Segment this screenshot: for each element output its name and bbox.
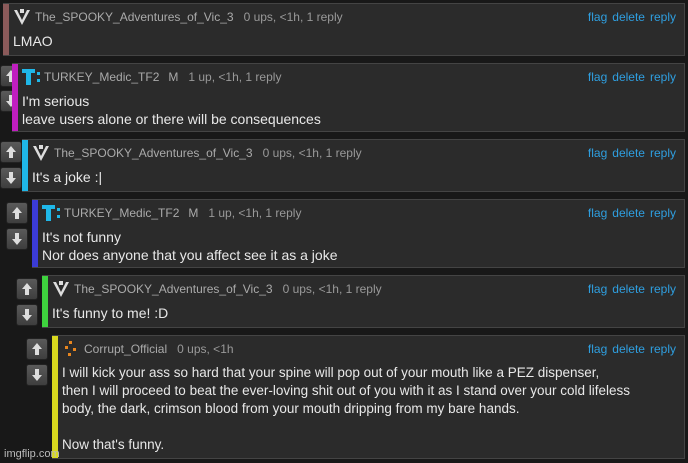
comment-text: It's funny to me! :D bbox=[52, 305, 169, 321]
comment-actions: flag delete reply bbox=[583, 70, 676, 84]
username-link[interactable]: The_SPOOKY_Adventures_of_Vic_3 bbox=[35, 10, 234, 24]
turkey-avatar-icon[interactable] bbox=[40, 202, 62, 224]
downvote-button[interactable] bbox=[26, 364, 48, 386]
comment: The_SPOOKY_Adventures_of_Vic_3 0 ups, <1… bbox=[42, 275, 685, 328]
delete-link[interactable]: delete bbox=[612, 10, 645, 24]
arrow-up-icon bbox=[12, 207, 22, 219]
arrow-down-icon bbox=[6, 172, 16, 184]
comment-header: The_SPOOKY_Adventures_of_Vic_3 0 ups, <1… bbox=[50, 276, 382, 302]
downvote-button[interactable] bbox=[16, 304, 38, 326]
comment-text: LMAO bbox=[13, 33, 53, 49]
comment-thread-bar bbox=[42, 276, 48, 327]
comment-text: I will kick your ass so hard that your s… bbox=[62, 365, 631, 452]
flag-link[interactable]: flag bbox=[588, 70, 607, 84]
comment-meta: 0 ups, <1h, 1 reply bbox=[262, 146, 362, 160]
comment-header: TURKEY_Medic_TF2 M 1 up, <1h, 1 reply bbox=[40, 200, 301, 226]
delete-link[interactable]: delete bbox=[612, 342, 645, 356]
comment-thread-bar bbox=[32, 200, 38, 267]
arrow-up-icon bbox=[32, 343, 42, 355]
comment-header: The_SPOOKY_Adventures_of_Vic_3 0 ups, <1… bbox=[11, 4, 343, 30]
flag-link[interactable]: flag bbox=[588, 146, 607, 160]
delete-link[interactable]: delete bbox=[612, 146, 645, 160]
watermark: imgflip.com bbox=[4, 448, 60, 460]
username-link[interactable]: TURKEY_Medic_TF2 bbox=[44, 70, 159, 84]
delete-link[interactable]: delete bbox=[612, 282, 645, 296]
flag-link[interactable]: flag bbox=[588, 342, 607, 356]
comment-actions: flag delete reply bbox=[583, 282, 676, 296]
upvote-button[interactable] bbox=[16, 278, 38, 300]
vote-column bbox=[26, 336, 48, 388]
comment: TURKEY_Medic_TF2 M 1 up, <1h, 1 reply fl… bbox=[32, 199, 685, 268]
turkey-avatar-icon[interactable] bbox=[20, 66, 42, 88]
arrow-up-icon bbox=[22, 283, 32, 295]
username-link[interactable]: The_SPOOKY_Adventures_of_Vic_3 bbox=[54, 146, 253, 160]
arrow-down-icon bbox=[12, 233, 22, 245]
upvote-button[interactable] bbox=[6, 202, 28, 224]
upvote-button[interactable] bbox=[26, 338, 48, 360]
vote-column bbox=[6, 200, 28, 252]
reply-link[interactable]: reply bbox=[650, 10, 676, 24]
mod-badge: M bbox=[188, 206, 199, 220]
comment-thread-bar bbox=[12, 64, 18, 131]
reply-link[interactable]: reply bbox=[650, 146, 676, 160]
arrow-up-icon bbox=[6, 146, 16, 158]
comment-header: The_SPOOKY_Adventures_of_Vic_3 0 ups, <1… bbox=[30, 140, 362, 166]
comment-text: It's a joke :| bbox=[32, 169, 103, 185]
delete-link[interactable]: delete bbox=[612, 206, 645, 220]
comment-text: It's not funny Nor does anyone that you … bbox=[42, 229, 338, 263]
comment-meta: 0 ups, <1h, 1 reply bbox=[282, 282, 382, 296]
arrow-down-icon bbox=[22, 309, 32, 321]
comment-text: I'm serious leave users alone or there w… bbox=[22, 93, 321, 127]
username-link[interactable]: The_SPOOKY_Adventures_of_Vic_3 bbox=[74, 282, 273, 296]
username-link[interactable]: TURKEY_Medic_TF2 bbox=[64, 206, 179, 220]
comment-meta: 0 ups, <1h, 1 reply bbox=[243, 10, 343, 24]
reply-link[interactable]: reply bbox=[650, 206, 676, 220]
upvote-button[interactable] bbox=[0, 141, 22, 163]
comment-meta: 1 up, <1h, 1 reply bbox=[208, 206, 302, 220]
comment-actions: flag delete reply bbox=[583, 206, 676, 220]
comment-actions: flag delete reply bbox=[583, 342, 676, 356]
vic-avatar-icon[interactable] bbox=[50, 278, 72, 300]
comment-meta: 1 up, <1h, 1 reply bbox=[188, 70, 282, 84]
comment-thread-bar bbox=[52, 336, 58, 458]
comment-meta: 0 ups, <1h bbox=[177, 342, 234, 356]
flag-link[interactable]: flag bbox=[588, 206, 607, 220]
reply-link[interactable]: reply bbox=[650, 70, 676, 84]
arrow-down-icon bbox=[32, 369, 42, 381]
comment: Corrupt_Official 0 ups, <1h flag delete re… bbox=[52, 335, 685, 459]
vic-avatar-icon[interactable] bbox=[11, 6, 33, 28]
comment-thread-bar bbox=[22, 140, 28, 191]
corrupt-avatar-icon[interactable] bbox=[60, 338, 82, 360]
mod-badge: M bbox=[168, 70, 179, 84]
comment-actions: flag delete reply bbox=[583, 146, 676, 160]
vic-avatar-icon[interactable] bbox=[30, 142, 52, 164]
comment-thread-bar bbox=[3, 4, 9, 55]
downvote-button[interactable] bbox=[0, 167, 22, 189]
comment-actions: flag delete reply bbox=[583, 10, 676, 24]
downvote-button[interactable] bbox=[6, 228, 28, 250]
vote-column bbox=[0, 141, 22, 191]
comment: The_SPOOKY_Adventures_of_Vic_3 0 ups, <1… bbox=[22, 139, 685, 192]
comment-header: Corrupt_Official 0 ups, <1h bbox=[60, 336, 234, 362]
comment: The_SPOOKY_Adventures_of_Vic_3 0 ups, <1… bbox=[3, 3, 685, 56]
username-link[interactable]: Corrupt_Official bbox=[84, 342, 167, 356]
reply-link[interactable]: reply bbox=[650, 342, 676, 356]
delete-link[interactable]: delete bbox=[612, 70, 645, 84]
flag-link[interactable]: flag bbox=[588, 282, 607, 296]
reply-link[interactable]: reply bbox=[650, 282, 676, 296]
vote-column bbox=[16, 276, 38, 328]
comment: TURKEY_Medic_TF2 M 1 up, <1h, 1 reply fl… bbox=[12, 63, 685, 132]
comment-header: TURKEY_Medic_TF2 M 1 up, <1h, 1 reply bbox=[20, 64, 281, 90]
flag-link[interactable]: flag bbox=[588, 10, 607, 24]
